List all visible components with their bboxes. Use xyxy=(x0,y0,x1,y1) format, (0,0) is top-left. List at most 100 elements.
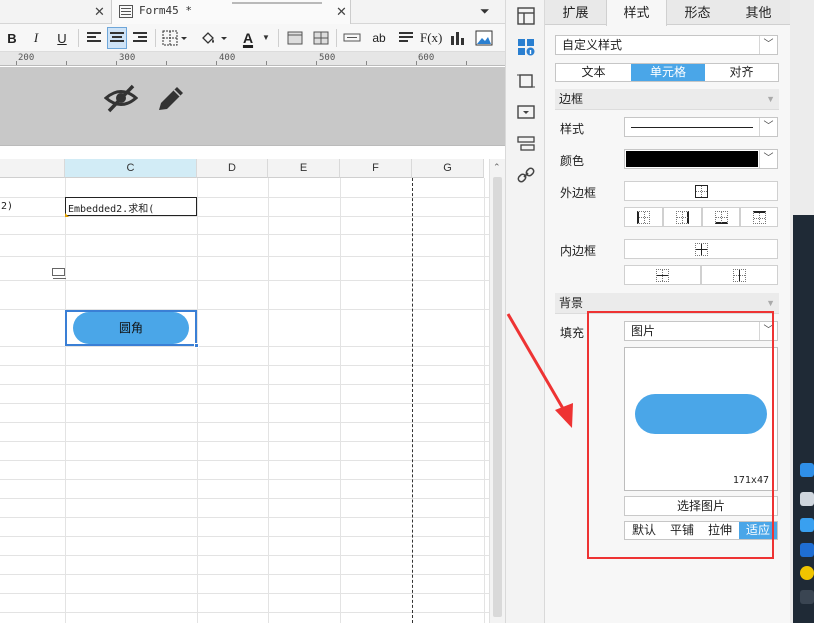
border-top-icon xyxy=(752,210,766,224)
tab-form45[interactable]: Form45 * xyxy=(111,0,351,24)
chart-button[interactable] xyxy=(448,27,468,49)
underline-button[interactable]: U xyxy=(52,27,72,49)
split-icon xyxy=(313,31,329,45)
border-right-button[interactable] xyxy=(663,207,702,227)
align-right-button[interactable] xyxy=(130,27,150,49)
form-icon xyxy=(119,5,133,18)
formula-button[interactable]: F(x) xyxy=(420,27,442,49)
tab-extend[interactable]: 扩展 xyxy=(545,0,606,25)
collapse-caret-icon: ▼ xyxy=(766,94,775,104)
align-center-button[interactable] xyxy=(107,27,127,49)
column-header-e[interactable]: E xyxy=(268,159,340,178)
sheet-vertical-scrollbar[interactable]: ⌃ xyxy=(489,159,505,623)
taskbar xyxy=(793,215,814,623)
crop-icon[interactable] xyxy=(517,72,535,90)
tab-other[interactable]: 其他 xyxy=(728,0,789,25)
ruler-tick: 500 xyxy=(319,53,336,63)
border-style-label: 样式 xyxy=(560,122,585,136)
border-dropdown-button[interactable] xyxy=(162,27,188,49)
text-label-button[interactable]: ab xyxy=(369,27,389,49)
tab-menu-icon[interactable]: ⏷ xyxy=(480,4,490,19)
outer-border-all-button[interactable] xyxy=(624,181,778,201)
list-widget-icon[interactable] xyxy=(517,135,535,153)
italic-button[interactable]: I xyxy=(26,27,46,49)
layout-icon[interactable] xyxy=(517,7,535,25)
close-active-tab-icon[interactable]: ✕ xyxy=(336,4,347,20)
inner-horizontal-icon xyxy=(656,268,669,282)
dropdown-widget-icon[interactable] xyxy=(517,103,535,121)
align-left-icon xyxy=(87,32,101,44)
cell-properties-icon[interactable] xyxy=(517,38,535,56)
paragraph-button[interactable] xyxy=(396,27,416,49)
inner-border-label: 内边框 xyxy=(560,244,597,258)
inner-vertical-button[interactable] xyxy=(701,265,778,285)
border-section-header[interactable]: 边框 ▼ xyxy=(555,89,779,110)
subtab-cell[interactable]: 单元格 xyxy=(631,64,705,81)
hide-eye-icon[interactable] xyxy=(104,83,138,113)
border-color-picker[interactable]: ﹀ xyxy=(624,149,778,169)
ruler-tick: 200 xyxy=(18,53,35,63)
border-style-select[interactable]: ﹀ xyxy=(624,117,778,137)
column-header-d[interactable]: D xyxy=(197,159,268,178)
panel-tabs: 扩展 样式 形态 其他 xyxy=(545,0,790,26)
annotation-highlight-box xyxy=(587,311,774,559)
inner-horizontal-button[interactable] xyxy=(624,265,701,285)
tab-style[interactable]: 样式 xyxy=(606,0,667,26)
solid-line-preview xyxy=(631,127,753,128)
chevron-down-icon: ﹀ xyxy=(759,118,777,136)
paragraph-icon xyxy=(399,32,413,44)
paint-bucket-icon xyxy=(202,32,227,44)
outer-border-label: 外边框 xyxy=(560,186,597,200)
comment-icon[interactable] xyxy=(52,268,66,279)
tab-decoration xyxy=(232,2,322,12)
align-center-icon xyxy=(110,32,124,44)
fill-handle[interactable] xyxy=(194,343,199,348)
border-bottom-button[interactable] xyxy=(702,207,740,227)
cell-formula-text: Embedded2.求和( xyxy=(68,204,155,215)
color-swatch xyxy=(626,151,758,167)
column-header-f[interactable]: F xyxy=(340,159,412,178)
scroll-up-icon[interactable]: ⌃ xyxy=(493,162,501,173)
format-toolbar: B I U A ▼ ab F(x) xyxy=(0,24,505,52)
font-color-dropdown-icon[interactable]: ▼ xyxy=(262,33,270,42)
column-header-g[interactable]: G xyxy=(412,159,484,178)
inner-border-all-button[interactable] xyxy=(624,239,778,259)
split-cells-button[interactable] xyxy=(311,27,331,49)
font-color-letter: A xyxy=(242,29,254,46)
text-box-button[interactable] xyxy=(342,27,362,49)
border-left-button[interactable] xyxy=(624,207,663,227)
outlook-icon[interactable] xyxy=(800,543,814,557)
ruler-tick: 400 xyxy=(219,53,236,63)
scroll-thumb[interactable] xyxy=(493,177,502,617)
align-left-button[interactable] xyxy=(84,27,104,49)
subtab-text[interactable]: 文本 xyxy=(556,64,631,81)
tab-title: Form45 * xyxy=(139,4,192,17)
border-color-label: 颜色 xyxy=(560,154,585,168)
app-icon[interactable] xyxy=(800,492,814,506)
header-band xyxy=(0,67,505,146)
column-header-c[interactable]: C xyxy=(65,159,197,178)
desktop-edge xyxy=(790,0,814,623)
app-window: ✕ Form45 * ✕ ⏷ B I U A ▼ ab F(x) 200 300… xyxy=(0,0,814,623)
cell-marker xyxy=(65,213,69,217)
border-bottom-icon xyxy=(714,210,728,224)
insert-image-button[interactable] xyxy=(474,27,494,49)
rounded-button[interactable]: 圆角 xyxy=(73,312,189,344)
merge-cells-button[interactable] xyxy=(285,27,305,49)
edit-pencil-icon[interactable] xyxy=(155,83,187,113)
app-icon[interactable] xyxy=(800,463,814,477)
link-icon[interactable] xyxy=(517,166,535,184)
border-all-icon xyxy=(694,184,708,198)
bold-button[interactable]: B xyxy=(2,27,22,49)
subtab-align[interactable]: 对齐 xyxy=(705,64,778,81)
tab-shape[interactable]: 形态 xyxy=(667,0,728,25)
add-icon[interactable] xyxy=(800,566,814,580)
ruler-tick: 600 xyxy=(418,53,435,63)
fill-color-button[interactable] xyxy=(200,27,228,49)
wifi-icon[interactable] xyxy=(800,590,814,604)
close-tab-icon[interactable]: ✕ xyxy=(94,4,105,20)
font-color-button[interactable]: A xyxy=(238,27,258,49)
chat-icon[interactable] xyxy=(800,518,814,532)
border-top-button[interactable] xyxy=(740,207,778,227)
style-preset-select[interactable]: 自定义样式 ﹀ xyxy=(555,35,778,55)
